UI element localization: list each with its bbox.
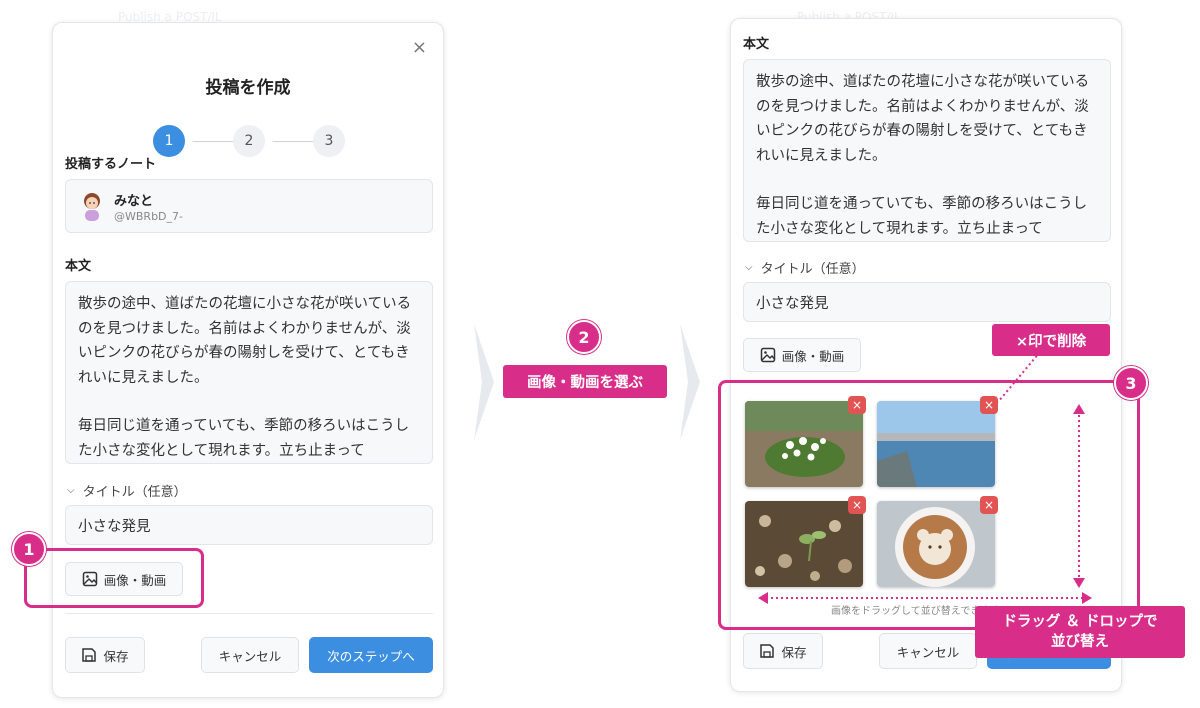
annotation-label-reorder: ドラッグ ＆ ドロップで 並び替え <box>975 606 1185 658</box>
annotation-label-delete: ×印で削除 <box>992 324 1110 356</box>
annotation-label-reorder-line2: 並び替え <box>1051 634 1109 650</box>
annotation-frame-3 <box>718 380 1140 630</box>
annotation-label-reorder-line1: ドラッグ ＆ ドロップで <box>1002 614 1158 630</box>
annotation-number-3: 3 <box>1114 366 1148 400</box>
